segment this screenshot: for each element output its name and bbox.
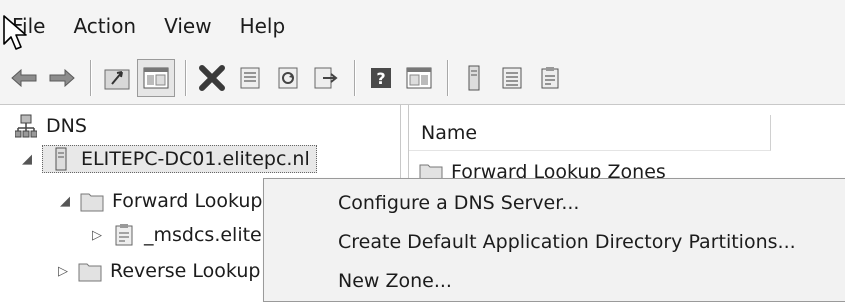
forward-icon bbox=[49, 69, 75, 87]
properties-icon bbox=[240, 67, 260, 89]
expanded-arrow-icon[interactable]: ◢ bbox=[18, 152, 36, 167]
expanded-arrow-icon[interactable]: ◢ bbox=[56, 194, 74, 209]
menu-action[interactable]: Action bbox=[71, 12, 138, 40]
mouse-cursor-icon bbox=[3, 15, 27, 50]
back-icon bbox=[11, 69, 37, 87]
menu-item-configure-dns-server[interactable]: Configure a DNS Server... bbox=[338, 185, 579, 221]
tree-label-dns: DNS bbox=[46, 115, 87, 137]
record-button[interactable] bbox=[532, 60, 568, 96]
help-button[interactable]: ? bbox=[363, 60, 399, 96]
menu-help[interactable]: Help bbox=[238, 12, 288, 40]
menu-view[interactable]: View bbox=[162, 12, 213, 40]
collapsed-arrow-icon[interactable]: ▷ bbox=[88, 228, 106, 243]
server-icon bbox=[49, 147, 73, 171]
tree-node-dns[interactable]: DNS bbox=[14, 110, 87, 142]
toolbar: ? bbox=[0, 52, 845, 105]
properties-button[interactable] bbox=[232, 60, 268, 96]
dns-icon bbox=[14, 114, 38, 138]
svg-text:?: ? bbox=[376, 69, 385, 88]
collapsed-arrow-icon[interactable]: ▷ bbox=[54, 264, 72, 279]
show-hide-tree-button[interactable] bbox=[137, 59, 175, 97]
help-icon: ? bbox=[371, 68, 391, 88]
folder-icon bbox=[78, 259, 102, 283]
show-hide-action-pane-icon bbox=[406, 67, 432, 89]
context-menu: Configure a DNS Server... Create Default… bbox=[263, 178, 845, 302]
toolbar-separator bbox=[447, 60, 448, 96]
record-icon bbox=[541, 67, 559, 89]
server-button[interactable] bbox=[456, 60, 492, 96]
column-header-name[interactable]: Name bbox=[409, 115, 771, 151]
menu-bar: File Action View Help bbox=[0, 0, 845, 52]
toolbar-separator bbox=[354, 60, 355, 96]
refresh-icon bbox=[278, 67, 298, 89]
up-level-button[interactable] bbox=[99, 60, 135, 96]
toolbar-separator bbox=[90, 60, 91, 96]
forward-button[interactable] bbox=[44, 60, 80, 96]
zone-button[interactable] bbox=[494, 60, 530, 96]
folder-icon bbox=[80, 189, 104, 213]
zone-icon bbox=[112, 223, 136, 247]
show-hide-tree-icon bbox=[143, 67, 169, 89]
back-button[interactable] bbox=[6, 60, 42, 96]
delete-button[interactable] bbox=[194, 60, 230, 96]
toolbar-separator bbox=[185, 60, 186, 96]
tree-node-server[interactable]: ◢ ELITEPC-DC01.elitepc.nl bbox=[18, 143, 317, 175]
export-list-button[interactable] bbox=[308, 60, 344, 96]
zone-icon bbox=[502, 67, 522, 89]
menu-item-create-default-partitions[interactable]: Create Default Application Directory Par… bbox=[338, 224, 796, 260]
delete-icon bbox=[199, 65, 225, 91]
menu-item-new-zone[interactable]: New Zone... bbox=[338, 263, 452, 299]
up-folder-icon bbox=[104, 69, 130, 90]
tree-label-server: ELITEPC-DC01.elitepc.nl bbox=[81, 148, 310, 170]
server-icon bbox=[468, 65, 480, 91]
refresh-button[interactable] bbox=[270, 60, 306, 96]
export-list-icon bbox=[314, 67, 338, 89]
show-hide-action-pane-button[interactable] bbox=[401, 60, 437, 96]
